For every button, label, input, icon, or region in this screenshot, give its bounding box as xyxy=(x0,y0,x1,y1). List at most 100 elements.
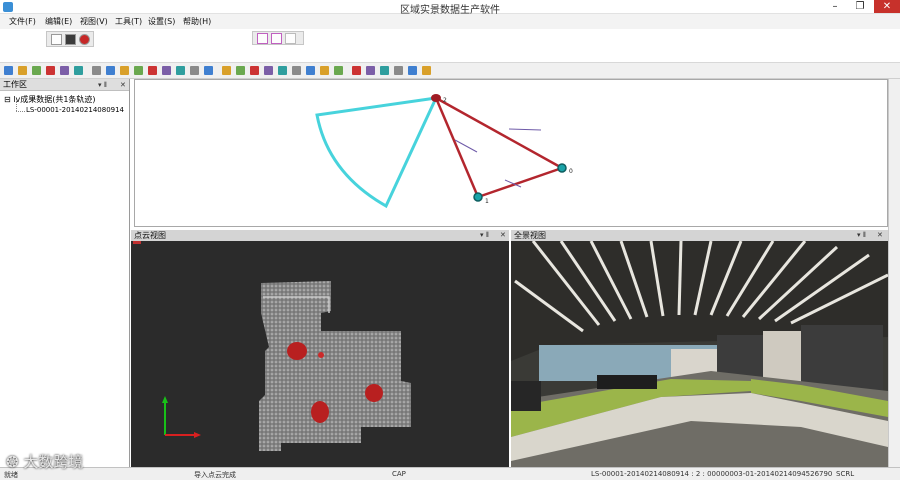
link-icon[interactable] xyxy=(408,66,417,75)
status-scroll: SCRL xyxy=(836,470,855,478)
cut-icon[interactable] xyxy=(148,66,157,75)
color-icon[interactable] xyxy=(320,66,329,75)
collapse-icon[interactable]: ⊟ xyxy=(4,95,13,104)
layer-icon[interactable] xyxy=(278,66,287,75)
rect-icon[interactable] xyxy=(222,66,231,75)
tree-connector xyxy=(16,101,17,111)
y-axis-arrow xyxy=(162,396,168,403)
pointcloud-panel: 点云视图 ▾ ⫴ ✕ xyxy=(131,230,509,467)
monitors xyxy=(597,375,657,389)
close-panel-icon[interactable]: ✕ xyxy=(500,229,506,241)
vertical-scrollbar[interactable] xyxy=(888,79,900,467)
pointcloud-canvas[interactable] xyxy=(131,241,509,467)
layer-a-icon[interactable] xyxy=(257,33,268,44)
view-fan-shape xyxy=(315,96,439,209)
frame-icon[interactable] xyxy=(306,66,315,75)
chair xyxy=(511,381,541,411)
status-bar: 就绪 导入点云完成 CAP LS-00001-20140214080914 : … xyxy=(0,467,900,480)
tree-root-item[interactable]: ⊟ lv成果数据(共1条轨迹) xyxy=(4,94,96,105)
stop-icon[interactable] xyxy=(65,34,76,45)
grid-icon[interactable] xyxy=(250,66,259,75)
trajectory-map-view[interactable]: 2 1 0 xyxy=(134,79,888,227)
trajectory-segment xyxy=(435,96,563,170)
g-icon[interactable] xyxy=(366,66,375,75)
export-icon[interactable] xyxy=(334,66,343,75)
copy-icon[interactable] xyxy=(162,66,171,75)
watermark-logo: ❂ 大数跨境 xyxy=(6,453,84,471)
menu-help[interactable]: 帮助(H) xyxy=(183,16,211,27)
pencil-icon[interactable] xyxy=(236,66,245,75)
point-icon[interactable] xyxy=(292,66,301,75)
node-label: 0 xyxy=(569,168,573,175)
node-label: 2 xyxy=(443,97,447,104)
panorama-panel: 全景视图 ▾ ⫴ ✕ xyxy=(511,230,888,467)
x-axis-arrow xyxy=(194,432,201,438)
trajectory-segment xyxy=(434,97,480,198)
trajectory-canvas[interactable]: 2 1 0 xyxy=(135,80,887,226)
main-toolbar xyxy=(0,62,900,79)
trajectory-node[interactable] xyxy=(473,192,483,202)
tag-icon[interactable] xyxy=(422,66,431,75)
menu-edit[interactable]: 编辑(E) xyxy=(45,16,72,27)
pointer-icon[interactable] xyxy=(352,66,361,75)
pan-icon[interactable] xyxy=(204,66,213,75)
panorama-title: 全景视图 xyxy=(514,231,546,240)
pin-icon[interactable]: ▾ ⫴ xyxy=(857,229,866,241)
scan-position[interactable] xyxy=(365,384,383,402)
scan-position[interactable] xyxy=(287,342,307,360)
menu-tools[interactable]: 工具(T) xyxy=(115,16,142,27)
trajectory-node[interactable] xyxy=(431,94,441,102)
close-panel-icon[interactable]: ✕ xyxy=(877,229,883,241)
open-icon[interactable] xyxy=(18,66,27,75)
record-icon[interactable] xyxy=(79,34,90,45)
close-panel-icon[interactable]: ✕ xyxy=(120,79,126,91)
direction-arrow xyxy=(508,128,542,131)
redo-icon[interactable] xyxy=(60,66,69,75)
menu-file[interactable]: 文件(F) xyxy=(9,16,36,27)
status-frame-info: LS-00001-20140214080914 : 2 : 00000003-0… xyxy=(591,470,833,478)
undo-icon[interactable] xyxy=(46,66,55,75)
panorama-image[interactable] xyxy=(511,241,888,467)
status-message: 导入点云完成 xyxy=(194,471,236,479)
edit-icon[interactable] xyxy=(134,66,143,75)
trajectory-segment xyxy=(477,166,563,199)
panorama-header: 全景视图 xyxy=(511,230,888,241)
watermark-text: 大数跨境 xyxy=(23,453,84,471)
menu-settings[interactable]: 设置(S) xyxy=(148,16,175,27)
workspace-header: 工作区 xyxy=(0,79,129,91)
restore-button[interactable]: ❐ xyxy=(848,0,872,13)
workspace-panel: 工作区 ▾ ⫴ ✕ ⊟ lv成果数据(共1条轨迹) LS-00001-20140… xyxy=(0,79,130,467)
arrow-right-icon[interactable] xyxy=(394,66,403,75)
select-icon[interactable] xyxy=(106,66,115,75)
arrow-left-icon[interactable] xyxy=(380,66,389,75)
pin-icon[interactable]: ▾ ⫴ xyxy=(98,79,107,91)
record-toolbar xyxy=(46,31,94,47)
menu-view[interactable]: 视图(V) xyxy=(80,16,108,27)
node-label: 1 xyxy=(485,198,489,205)
new-icon[interactable] xyxy=(4,66,13,75)
status-cap: CAP xyxy=(392,470,406,478)
help-icon[interactable] xyxy=(74,66,83,75)
pointcloud-header: 点云视图 xyxy=(131,230,509,241)
scan-position[interactable] xyxy=(318,352,324,358)
tree-root-label: lv成果数据(共1条轨迹) xyxy=(13,95,96,104)
zoom-out-icon[interactable] xyxy=(190,66,199,75)
close-button[interactable]: ✕ xyxy=(874,0,900,13)
tree-connector-h xyxy=(16,111,25,112)
cloud-icon[interactable] xyxy=(51,34,62,45)
minimize-button[interactable]: – xyxy=(823,0,847,13)
pin-icon[interactable]: ▾ ⫴ xyxy=(480,229,489,241)
tree-child-item[interactable]: LS-00001-20140214080914 xyxy=(26,106,124,114)
scan-position[interactable] xyxy=(311,401,329,423)
layer-c-icon[interactable] xyxy=(285,33,296,44)
measure-icon[interactable] xyxy=(264,66,273,75)
delete-icon[interactable] xyxy=(120,66,129,75)
layer-b-icon[interactable] xyxy=(271,33,282,44)
pointcloud-title: 点云视图 xyxy=(134,231,166,240)
trajectory-node[interactable] xyxy=(557,163,567,173)
zoom-in-icon[interactable] xyxy=(176,66,185,75)
menu-bar: 文件(F) 编辑(E) 视图(V) 工具(T) 设置(S) 帮助(H) xyxy=(0,14,900,29)
title-bar: 区域实景数据生产软件 – ❐ ✕ xyxy=(0,0,900,16)
add-icon[interactable] xyxy=(92,66,101,75)
save-icon[interactable] xyxy=(32,66,41,75)
